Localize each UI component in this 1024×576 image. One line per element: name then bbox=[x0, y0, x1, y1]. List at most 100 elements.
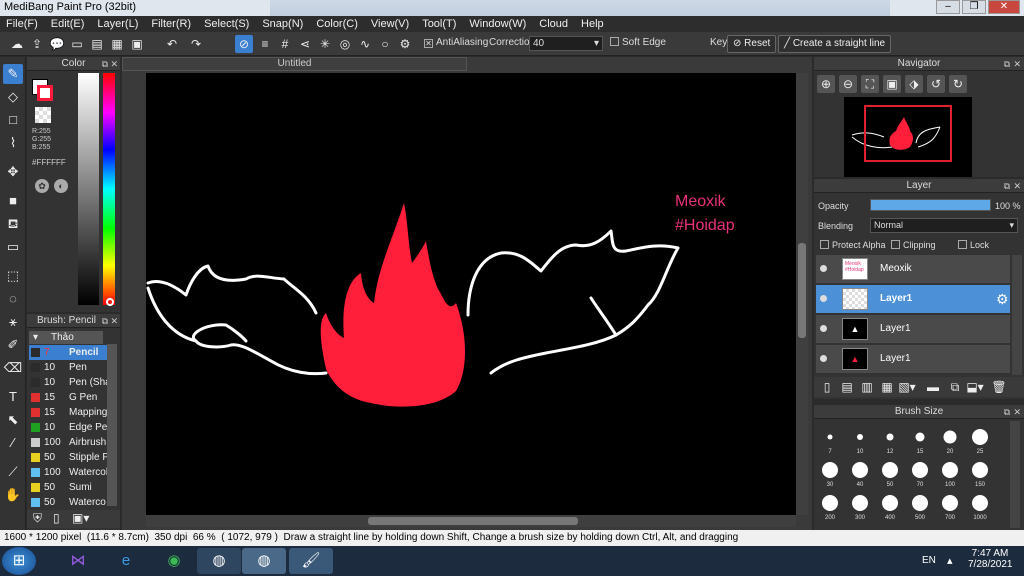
document-icon[interactable]: ▤ bbox=[88, 35, 106, 53]
antialiasing-checkbox[interactable]: ✕ AntiAliasing bbox=[424, 37, 488, 48]
lock-checkbox[interactable]: Lock bbox=[958, 240, 989, 250]
brush-size-option[interactable]: 20 bbox=[936, 425, 964, 455]
visibility-icon[interactable] bbox=[820, 355, 827, 362]
color-set-icon[interactable]: ◐ bbox=[54, 179, 68, 193]
float-icon[interactable]: ⧉ bbox=[102, 57, 108, 71]
float-icon[interactable]: ⧉ bbox=[1004, 179, 1010, 193]
layer-row-layer1-red[interactable]: ▲ Layer1 bbox=[816, 345, 1010, 374]
rotate-right-icon[interactable]: ↻ bbox=[949, 75, 967, 93]
start-button[interactable]: ⊞ bbox=[2, 547, 36, 575]
brush-size-option[interactable]: 25 bbox=[966, 425, 994, 455]
clipping-checkbox[interactable]: Clipping bbox=[891, 240, 936, 250]
brush-size-option[interactable]: 700 bbox=[936, 491, 964, 521]
ellipse-snap-icon[interactable]: ○ bbox=[376, 35, 394, 53]
fit-icon[interactable]: ⛶ bbox=[861, 75, 879, 93]
menu-cloud[interactable]: Cloud bbox=[533, 16, 575, 32]
comment-icon[interactable]: 💬 bbox=[48, 35, 66, 53]
divide-tool-icon[interactable]: ⟋ bbox=[3, 462, 23, 482]
add-brush-icon[interactable]: ⛨ bbox=[33, 511, 42, 526]
brush-size-option[interactable]: 100 bbox=[936, 458, 964, 488]
brush-size-option[interactable]: 400 bbox=[876, 491, 904, 521]
canvas[interactable]: Meoxik #Hoidap bbox=[146, 73, 796, 515]
soft-edge-checkbox[interactable]: Soft Edge bbox=[610, 37, 666, 48]
operation-tool-icon[interactable]: ⬉ bbox=[3, 410, 23, 430]
brightness-slider[interactable] bbox=[78, 73, 99, 305]
menu-window[interactable]: Window(W) bbox=[463, 16, 533, 32]
protect-alpha-checkbox[interactable]: Protect Alpha bbox=[820, 240, 886, 250]
duplicate-layer-icon[interactable]: ⧉ bbox=[946, 378, 964, 396]
trash-icon[interactable]: 🗑 bbox=[990, 378, 1008, 396]
internet-explorer-icon[interactable]: e bbox=[104, 548, 148, 574]
close-icon[interactable]: ✕ bbox=[1013, 405, 1021, 419]
brush-size-option[interactable]: 40 bbox=[846, 458, 874, 488]
page-icon[interactable]: ▣ bbox=[128, 35, 146, 53]
zoom-out-icon[interactable]: ⊖ bbox=[839, 75, 857, 93]
chrome-icon[interactable]: ◍ bbox=[197, 548, 241, 574]
radial-snap-icon[interactable]: ✳ bbox=[316, 35, 334, 53]
new-layer-icon[interactable]: ▯ bbox=[818, 378, 836, 396]
transparent-color-swatch[interactable] bbox=[35, 107, 51, 123]
brush-size-option[interactable]: 10 bbox=[846, 425, 874, 455]
brush-item[interactable]: 100 Watercol bbox=[29, 465, 117, 480]
straight-line-button[interactable]: ╱ Create a straight line bbox=[778, 35, 892, 53]
snap-settings-icon[interactable]: ⚙ bbox=[396, 35, 414, 53]
layer-row-meoxik[interactable]: Meoxik #Hoidap Meoxik bbox=[816, 255, 1010, 284]
layer-row-layer1-white[interactable]: ▲ Layer1 bbox=[816, 315, 1010, 344]
brush-size-option[interactable]: 300 bbox=[846, 491, 874, 521]
actual-size-icon[interactable]: ▣ bbox=[883, 75, 901, 93]
brush-size-option[interactable]: 70 bbox=[906, 458, 934, 488]
reset-button[interactable]: ⊘ Reset bbox=[727, 35, 777, 53]
new-halftone-layer-icon[interactable]: ▤ bbox=[838, 378, 856, 396]
close-icon[interactable]: ✕ bbox=[1013, 179, 1021, 193]
brush-item[interactable]: 50 Waterco bbox=[29, 495, 117, 510]
brush-item[interactable]: 50 Sumi bbox=[29, 480, 117, 495]
viewport-rectangle[interactable] bbox=[864, 105, 952, 162]
cloud-icon[interactable]: ☁ bbox=[8, 35, 26, 53]
chrome-app-icon[interactable]: ◍ bbox=[242, 548, 286, 574]
gear-icon[interactable]: ⚙ bbox=[996, 291, 1009, 308]
gradient-tool-icon[interactable]: ▭ bbox=[3, 237, 23, 257]
visibility-icon[interactable] bbox=[820, 265, 827, 272]
brush-size-option[interactable]: 50 bbox=[876, 458, 904, 488]
menu-layer[interactable]: Layer(L) bbox=[91, 16, 145, 32]
menu-color[interactable]: Color(C) bbox=[310, 16, 365, 32]
eraser-tool-icon[interactable]: ◇ bbox=[3, 87, 23, 107]
new-brush-icon[interactable]: ▯ bbox=[53, 511, 60, 525]
brush-menu-icon[interactable]: ▣▾ bbox=[72, 511, 89, 525]
brush-item[interactable]: 10 Pen bbox=[29, 360, 117, 375]
menu-tool[interactable]: Tool(T) bbox=[416, 16, 463, 32]
layer-list-scrollbar[interactable] bbox=[1012, 255, 1022, 375]
menu-help[interactable]: Help bbox=[575, 16, 611, 32]
brush-size-option[interactable]: 15 bbox=[906, 425, 934, 455]
vertical-scroll-thumb[interactable] bbox=[798, 243, 806, 338]
circle-snap-icon[interactable]: ◎ bbox=[336, 35, 354, 53]
visual-studio-icon[interactable]: ⋈ bbox=[56, 548, 100, 574]
rotate-left-icon[interactable]: ↺ bbox=[927, 75, 945, 93]
brush-item[interactable]: 15 Mapping bbox=[29, 405, 117, 420]
visibility-icon[interactable] bbox=[820, 325, 827, 332]
close-icon[interactable]: ✕ bbox=[110, 314, 118, 328]
brush-list-scrollbar[interactable] bbox=[107, 344, 117, 506]
cross-snap-icon[interactable]: # bbox=[276, 35, 294, 53]
fill-rect-tool-icon[interactable]: ■ bbox=[3, 191, 23, 211]
hue-handle[interactable] bbox=[106, 298, 114, 306]
merge-layer-icon[interactable]: ⬓▾ bbox=[966, 378, 984, 396]
vanishing-snap-icon[interactable]: ⋖ bbox=[296, 35, 314, 53]
menu-snap[interactable]: Snap(N) bbox=[256, 16, 310, 32]
brush-item[interactable]: 15 G Pen bbox=[29, 390, 117, 405]
lasso-tool-icon[interactable]: ◌ bbox=[3, 289, 23, 309]
new-8bit-layer-icon[interactable]: ▥ bbox=[858, 378, 876, 396]
horizontal-scroll-thumb[interactable] bbox=[368, 517, 578, 525]
document-tab[interactable]: Untitled bbox=[122, 57, 467, 71]
select-eraser-icon[interactable]: ⌫ bbox=[3, 358, 23, 378]
brush-size-option[interactable]: 500 bbox=[906, 491, 934, 521]
coccoc-browser-icon[interactable]: ◉ bbox=[152, 548, 196, 574]
brush-item[interactable]: 10 Edge Pen bbox=[29, 420, 117, 435]
flip-icon[interactable]: ⬗ bbox=[905, 75, 923, 93]
layer-row-layer1-selected[interactable]: Layer1 ⚙ bbox=[816, 285, 1010, 314]
select-tool-icon[interactable]: ⬚ bbox=[3, 266, 23, 286]
minimize-button[interactable]: – bbox=[936, 0, 960, 14]
close-icon[interactable]: ✕ bbox=[110, 57, 118, 71]
float-icon[interactable]: ⧉ bbox=[102, 314, 108, 328]
brush-item[interactable]: 50 Stipple P bbox=[29, 450, 117, 465]
